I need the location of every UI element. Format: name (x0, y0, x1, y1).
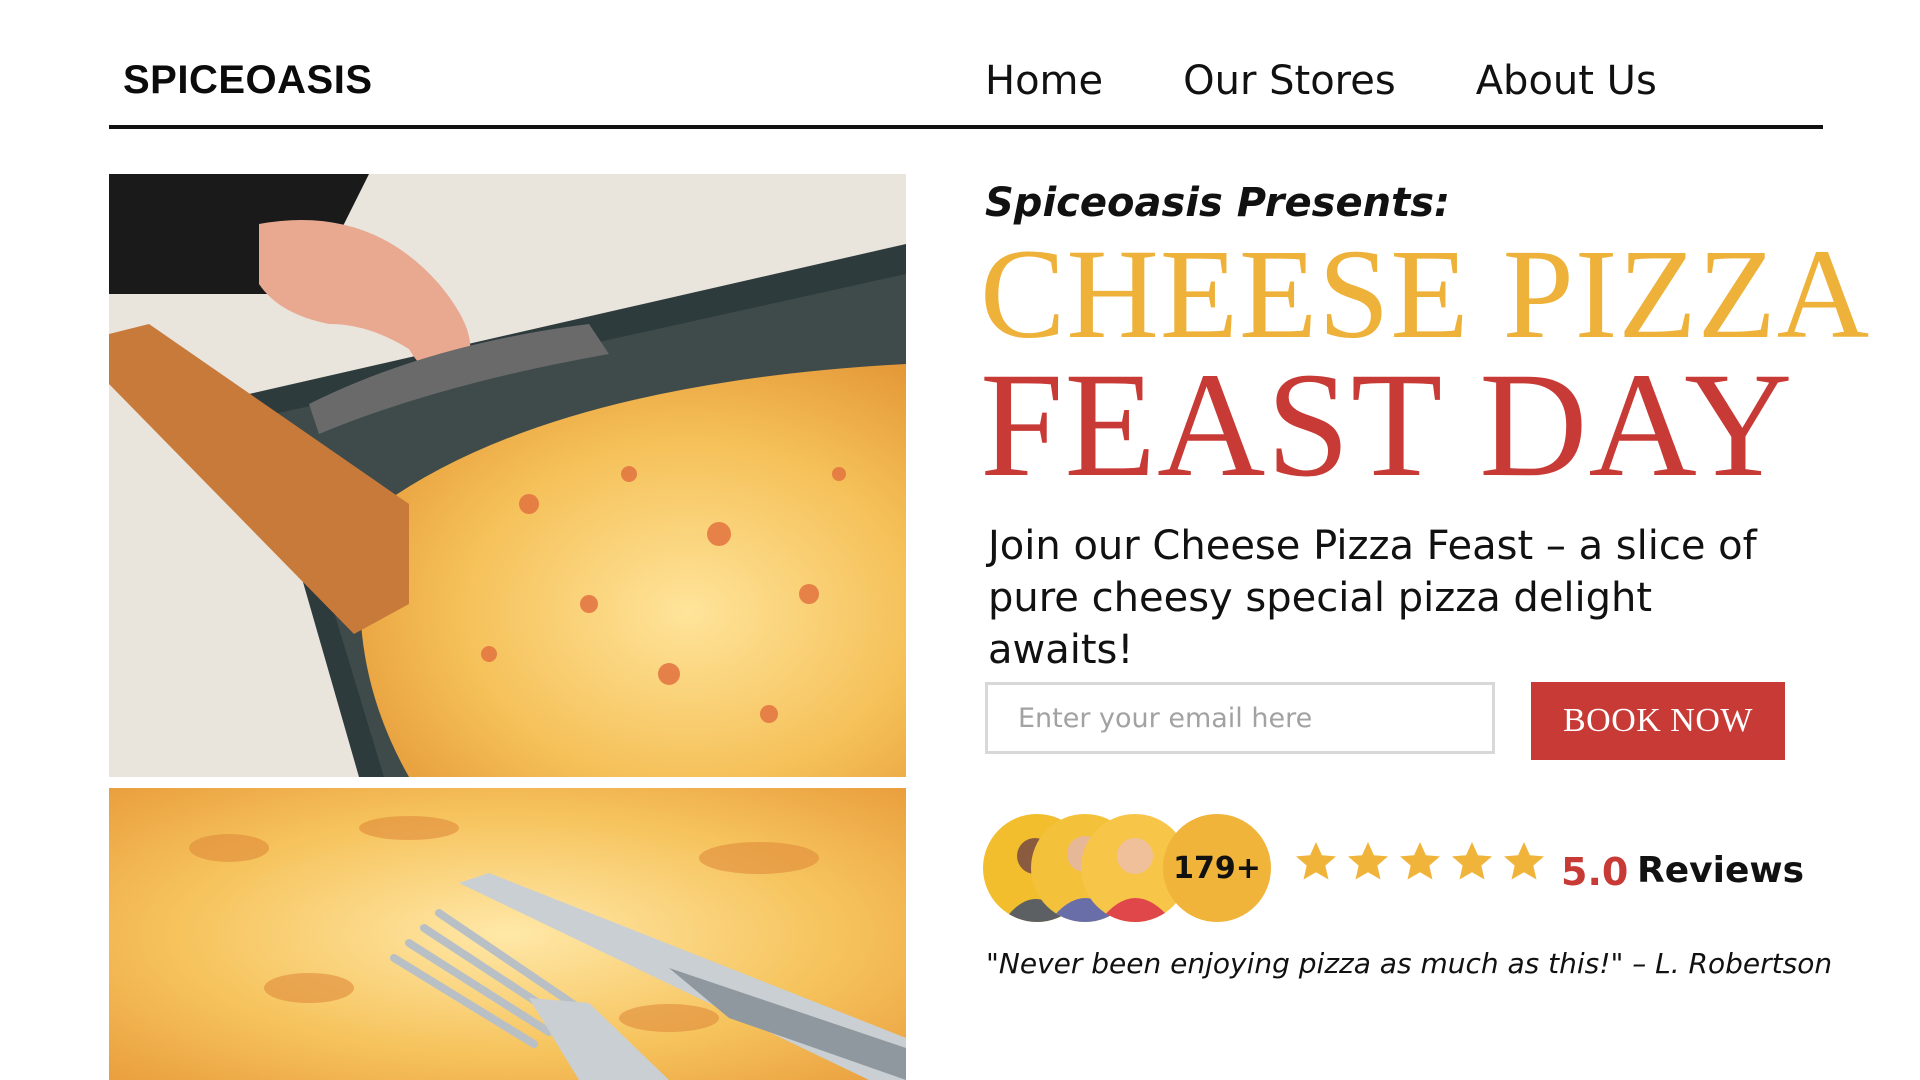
header-divider (109, 125, 1823, 129)
star-icon (1452, 842, 1492, 880)
pizza-cutlery-image (109, 788, 906, 1080)
star-icon (1504, 842, 1544, 880)
nav-home[interactable]: Home (985, 58, 1103, 104)
star-icon (1296, 842, 1336, 880)
pizza-tray-image (109, 174, 906, 777)
title-line-2: FEAST DAY (980, 342, 1794, 508)
reviews-label: Reviews (1637, 850, 1805, 891)
reviewer-count-badge: 179+ (1163, 814, 1271, 922)
nav-about-us[interactable]: About Us (1476, 58, 1657, 104)
hero-description: Join our Cheese Pizza Feast – a slice of… (988, 523, 1757, 673)
email-input[interactable] (985, 682, 1495, 754)
rating-stars (1292, 838, 1548, 886)
main-nav: Home Our Stores About Us (985, 58, 1657, 104)
rating-value: 5.0 (1561, 850, 1629, 894)
title-line-1: CHEESE PIZZA (980, 223, 1871, 365)
testimonial-quote: "Never been enjoying pizza as much as th… (986, 947, 1833, 980)
presents-tagline: Spiceoasis Presents: (985, 180, 1450, 226)
nav-our-stores[interactable]: Our Stores (1183, 58, 1396, 104)
reviewer-avatars: 179+ (983, 814, 1273, 924)
star-icon (1400, 842, 1440, 880)
book-now-button[interactable]: BOOK NOW (1531, 682, 1785, 760)
brand-logo[interactable]: SPICEOASIS (123, 58, 373, 103)
star-icon (1348, 842, 1388, 880)
